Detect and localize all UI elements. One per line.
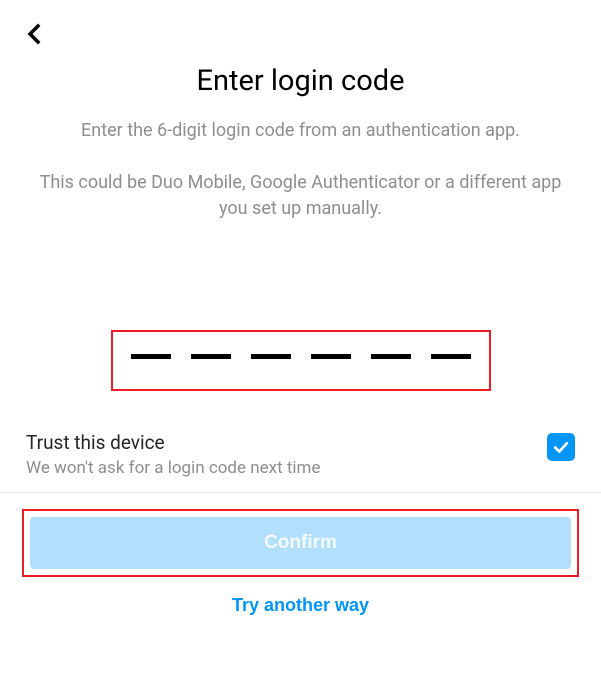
checkmark-icon bbox=[551, 437, 571, 457]
trust-device-checkbox[interactable] bbox=[547, 433, 575, 461]
back-button[interactable] bbox=[18, 18, 50, 50]
code-group-right bbox=[311, 354, 471, 359]
main-content: Enter login code Enter the 6-digit login… bbox=[0, 64, 601, 391]
bottom-actions: Confirm Try another way bbox=[0, 493, 601, 616]
header-bar bbox=[0, 0, 601, 50]
code-digit-placeholder bbox=[371, 354, 411, 359]
trust-subtitle: We won't ask for a login code next time bbox=[26, 458, 320, 478]
code-digit-placeholder bbox=[251, 354, 291, 359]
chevron-left-icon bbox=[22, 22, 46, 46]
confirm-button[interactable]: Confirm bbox=[30, 517, 571, 569]
code-digit-placeholder bbox=[191, 354, 231, 359]
page-title: Enter login code bbox=[26, 64, 575, 98]
page-hint: This could be Duo Mobile, Google Authent… bbox=[26, 170, 575, 222]
code-input[interactable] bbox=[111, 330, 491, 391]
code-group-left bbox=[131, 354, 291, 359]
trust-device-row: Trust this device We won't ask for a log… bbox=[0, 391, 601, 492]
code-digit-placeholder bbox=[131, 354, 171, 359]
trust-title: Trust this device bbox=[26, 431, 320, 454]
code-digit-placeholder bbox=[311, 354, 351, 359]
page-subtitle: Enter the 6-digit login code from an aut… bbox=[26, 118, 575, 144]
try-another-way-link[interactable]: Try another way bbox=[22, 595, 579, 616]
code-digit-placeholder bbox=[431, 354, 471, 359]
confirm-highlight: Confirm bbox=[22, 509, 579, 577]
trust-text: Trust this device We won't ask for a log… bbox=[26, 431, 320, 478]
